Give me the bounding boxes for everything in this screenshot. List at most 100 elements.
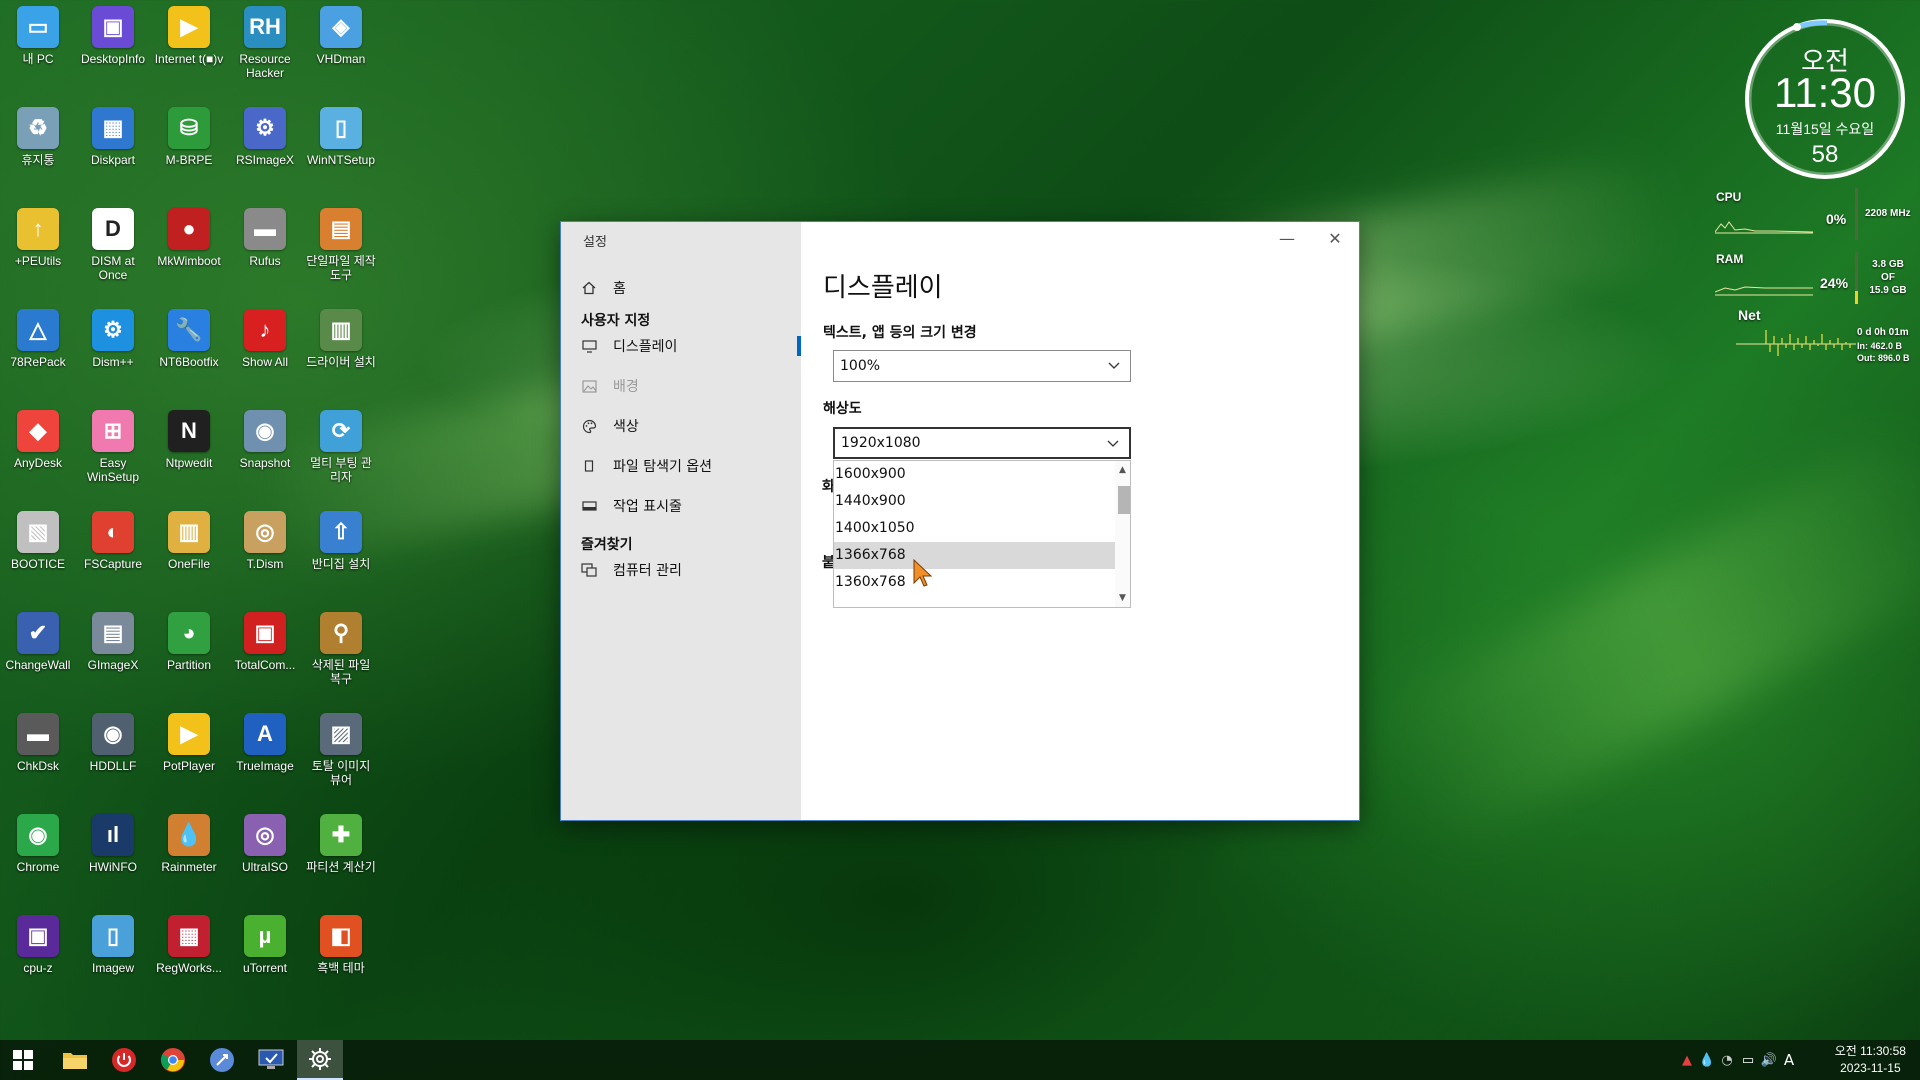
desktop-icon[interactable]: ▬ Rufus — [229, 202, 301, 268]
scroll-down-icon[interactable]: ▼ — [1115, 591, 1130, 605]
droplet-icon[interactable]: 💧 — [1697, 1053, 1717, 1068]
volume-icon[interactable]: 🔊 — [1759, 1053, 1779, 1068]
chrome-icon — [160, 1048, 185, 1072]
desktop-icon[interactable]: ▣ TotalCom... — [229, 606, 301, 672]
desktop-icon[interactable]: D DISM at Once — [77, 202, 149, 282]
usb-icon: ▬ — [244, 208, 286, 250]
desktop-icon[interactable]: ● MkWimboot — [153, 202, 225, 268]
desktop-icon[interactable]: ⟳ 멀티 부팅 관리자 — [305, 404, 377, 484]
desktop-icon[interactable]: ▦ RegWorks... — [153, 909, 225, 975]
desktop-icon[interactable]: ▤ GImageX — [77, 606, 149, 672]
desktop-icon[interactable]: ▥ 드라이버 설치 — [305, 303, 377, 369]
desktop-icon[interactable]: 💧 Rainmeter — [153, 808, 225, 874]
resolution-option[interactable]: 1360x768 — [834, 569, 1118, 596]
desktop-icon[interactable]: ◕ Partition — [153, 606, 225, 672]
desktop-icon[interactable]: ◉ Chrome — [2, 808, 74, 874]
sidebar-item-colors[interactable]: 색상 — [581, 412, 639, 440]
desktop-icon[interactable]: ▶ Internet t(■)v — [153, 0, 225, 66]
scroll-thumb[interactable] — [1118, 486, 1130, 514]
chkdsk-icon: ▬ — [17, 713, 59, 755]
desktop-icon[interactable]: ▬ ChkDsk — [2, 707, 74, 773]
ime-indicator[interactable]: A — [1779, 1051, 1799, 1069]
desktop-icon[interactable]: ♻ 휴지통 — [2, 101, 74, 167]
desktop-icon[interactable]: ▯ WinNTSetup — [305, 101, 377, 167]
desktop-icon-label: 반디집 설치 — [311, 557, 371, 571]
diskpart-icon: ▦ — [92, 107, 134, 149]
recycle-bin-icon: ♻ — [17, 107, 59, 149]
desktop-icon-label: RegWorks... — [156, 961, 222, 975]
desktop-icon[interactable]: ▥ OneFile — [153, 505, 225, 571]
desktop-icon[interactable]: ▯ Imagew — [77, 909, 149, 975]
desktop-icon[interactable]: ◉ HDDLLF — [77, 707, 149, 773]
chrome-button[interactable] — [150, 1040, 196, 1080]
desktop-icon-label: 삭제된 파일 복구 — [311, 658, 371, 686]
desktop-icon[interactable]: ↑ +PEUtils — [2, 202, 74, 268]
desktop-icon[interactable]: ▤ 단일파일 제작도구 — [305, 202, 377, 282]
desktop-icon[interactable]: ⛁ M-BRPE — [153, 101, 225, 167]
sidebar-item-display[interactable]: 디스플레이 — [581, 332, 677, 360]
desktop-icon[interactable]: ▣ cpu-z — [2, 909, 74, 975]
desktop-icon[interactable]: 🔧 NT6Bootfix — [153, 303, 225, 369]
scale-dropdown[interactable]: 100% — [833, 350, 1131, 382]
file-explorer-button[interactable] — [52, 1040, 98, 1080]
desktop-icon[interactable]: ▶ PotPlayer — [153, 707, 225, 773]
clock-time: 11:30 — [1774, 69, 1876, 116]
battery-icon[interactable]: ▭ — [1737, 1053, 1759, 1068]
hwinfo-icon: ıl — [92, 814, 134, 856]
desktop-icon[interactable]: N Ntpwedit — [153, 404, 225, 470]
desktop-icon-label: cpu-z — [23, 961, 53, 975]
taskbar-clock[interactable]: 오전 11:30:58 2023-11-15 — [1835, 1043, 1906, 1077]
desktop-icon[interactable]: ▣ DesktopInfo — [77, 0, 149, 66]
resolution-dropdown[interactable]: 1920x1080 — [833, 427, 1131, 459]
sidebar-item-taskbar[interactable]: 작업 표시줄 — [581, 492, 682, 520]
wifi-icon[interactable]: ◔ — [1717, 1053, 1737, 1068]
ladybug-icon: ● — [168, 208, 210, 250]
sidebar-item-file-explorer-options[interactable]: 파일 탐색기 옵션 — [581, 452, 712, 480]
ram-percent: 24% — [1820, 275, 1849, 291]
page-title: 디스플레이 — [823, 273, 943, 303]
resolution-option[interactable]: 1600x900 — [834, 461, 1118, 488]
resolution-option[interactable]: 1400x1050 — [834, 515, 1118, 542]
desktop-icon[interactable]: ▧ BOOTICE — [2, 505, 74, 571]
desktop-icon[interactable]: µ uTorrent — [229, 909, 301, 975]
start-button[interactable] — [0, 1040, 46, 1080]
list-scrollbar[interactable]: ▲ ▼ — [1115, 461, 1130, 607]
driver-icon: ▥ — [320, 309, 362, 351]
desktop-icon[interactable]: ◎ T.Dism — [229, 505, 301, 571]
desktop-icon[interactable]: ◎ UltraISO — [229, 808, 301, 874]
settings-button[interactable] — [297, 1040, 343, 1080]
desktop-icon[interactable]: ⇧ 반디집 설치 — [305, 505, 377, 571]
desktop-icon-label: AnyDesk — [13, 456, 63, 470]
sidebar-item-home[interactable]: 홈 — [581, 274, 626, 302]
desktop-icon[interactable]: ◐ FSCapture — [77, 505, 149, 571]
network-alert-icon[interactable]: ▲ — [1677, 1053, 1697, 1068]
desktop-icon[interactable]: ⊞ Easy WinSetup — [77, 404, 149, 484]
desktop-icon[interactable]: ◈ VHDman — [305, 0, 377, 66]
sidebar-item-computer-management[interactable]: 컴퓨터 관리 — [581, 556, 682, 584]
desktop-icon[interactable]: ▨ 토탈 이미지 뷰어 — [305, 707, 377, 787]
monitor-check-icon — [258, 1049, 284, 1069]
sidebar-item-background[interactable]: 배경 — [581, 372, 639, 400]
desktop-icon[interactable]: ıl HWiNFO — [77, 808, 149, 874]
desktop-icon[interactable]: ⚙ Dism++ — [77, 303, 149, 369]
desktop-icon[interactable]: ◧ 흑백 테마 — [305, 909, 377, 975]
desktop-icon[interactable]: ⚲ 삭제된 파일 복구 — [305, 606, 377, 686]
desktop-icon[interactable]: ▭ 내 PC — [2, 0, 74, 66]
resolution-option[interactable]: 1440x900 — [834, 488, 1118, 515]
launcher-button[interactable] — [199, 1040, 245, 1080]
desktop-icon[interactable]: ◉ Snapshot — [229, 404, 301, 470]
desktop-icon[interactable]: ♪ Show All — [229, 303, 301, 369]
desktop-icon[interactable]: ✔ ChangeWall — [2, 606, 74, 672]
desktop-icon[interactable]: A TrueImage — [229, 707, 301, 773]
desktop-icon[interactable]: △ 78RePack — [2, 303, 74, 369]
scroll-up-icon[interactable]: ▲ — [1115, 463, 1130, 477]
resolution-option[interactable]: 1366x768 — [834, 542, 1118, 569]
ram-label: RAM — [1716, 252, 1744, 266]
desktop-icon[interactable]: ✚ 파티션 계산기 — [305, 808, 377, 874]
desktop-icon[interactable]: ⚙ RSImageX — [229, 101, 301, 167]
desktop-icon[interactable]: ◆ AnyDesk — [2, 404, 74, 470]
changewall-button[interactable] — [248, 1040, 294, 1080]
power-button[interactable] — [101, 1040, 147, 1080]
desktop-icon[interactable]: ▦ Diskpart — [77, 101, 149, 167]
desktop-icon[interactable]: RH Resource Hacker — [229, 0, 301, 80]
